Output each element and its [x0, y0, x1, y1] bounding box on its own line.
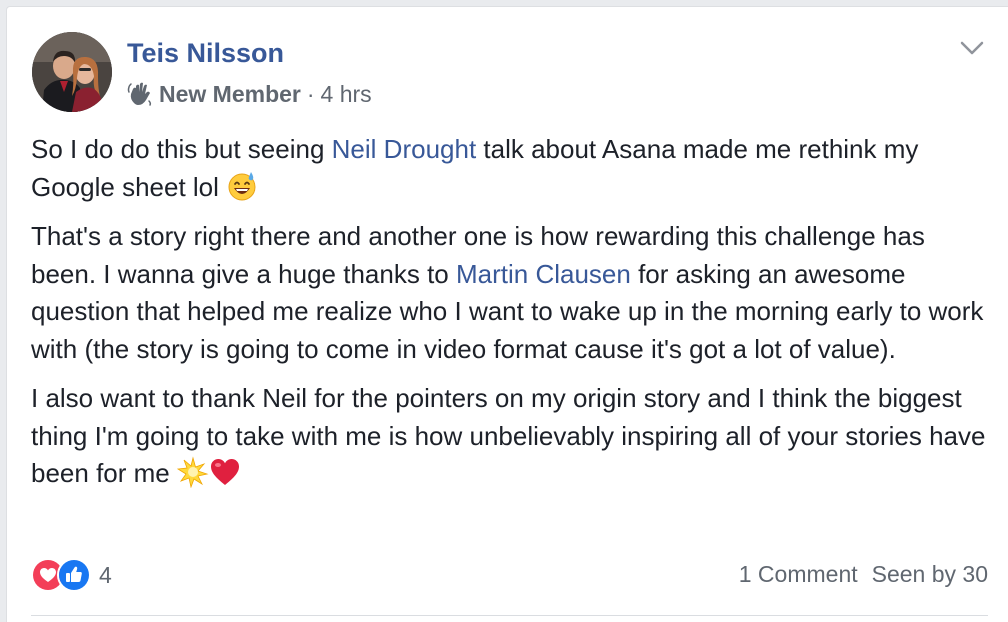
paragraph-text: So I do do this but seeing	[31, 134, 332, 164]
post-body: So I do do this but seeing Neil Drought …	[31, 131, 996, 505]
like-reaction-icon	[57, 558, 91, 592]
glowing-star-emoji	[176, 456, 209, 489]
waving-hand-icon	[127, 81, 153, 107]
footer-divider	[31, 615, 988, 616]
post-stats: 1 Comment Seen by 30	[739, 561, 988, 588]
comments-count-link[interactable]: 1 Comment	[739, 561, 858, 587]
author-name[interactable]: Teis Nilsson	[127, 38, 284, 69]
paragraph-text: I also want to thank Neil for the pointe…	[31, 383, 986, 488]
chevron-down-icon[interactable]	[958, 37, 986, 59]
seen-by-count: Seen by 30	[871, 561, 988, 587]
post-timestamp[interactable]: 4 hrs	[321, 81, 372, 108]
member-badge-label: New Member	[159, 80, 301, 107]
avatar-photo	[32, 32, 112, 112]
post-footer: 4 1 Comment Seen by 30	[31, 557, 988, 593]
mention-link[interactable]: Neil Drought	[332, 134, 477, 164]
post-paragraph: That's a story right there and another o…	[31, 218, 996, 368]
post-card: Teis Nilsson New Member · 4 hrs So I do …	[6, 6, 1008, 622]
red-heart-emoji	[209, 456, 241, 488]
post-paragraph: So I do do this but seeing Neil Drought …	[31, 131, 996, 206]
meta-separator: ·	[306, 80, 315, 107]
author-avatar[interactable]	[32, 32, 112, 112]
mention-link[interactable]: Martin Clausen	[456, 259, 631, 289]
reactions-summary[interactable]: 4	[31, 557, 112, 593]
sweat-smile-emoji	[226, 170, 258, 202]
reaction-count: 4	[99, 561, 112, 588]
post-paragraph: I also want to thank Neil for the pointe…	[31, 380, 996, 493]
post-meta: New Member · 4 hrs	[127, 80, 372, 108]
